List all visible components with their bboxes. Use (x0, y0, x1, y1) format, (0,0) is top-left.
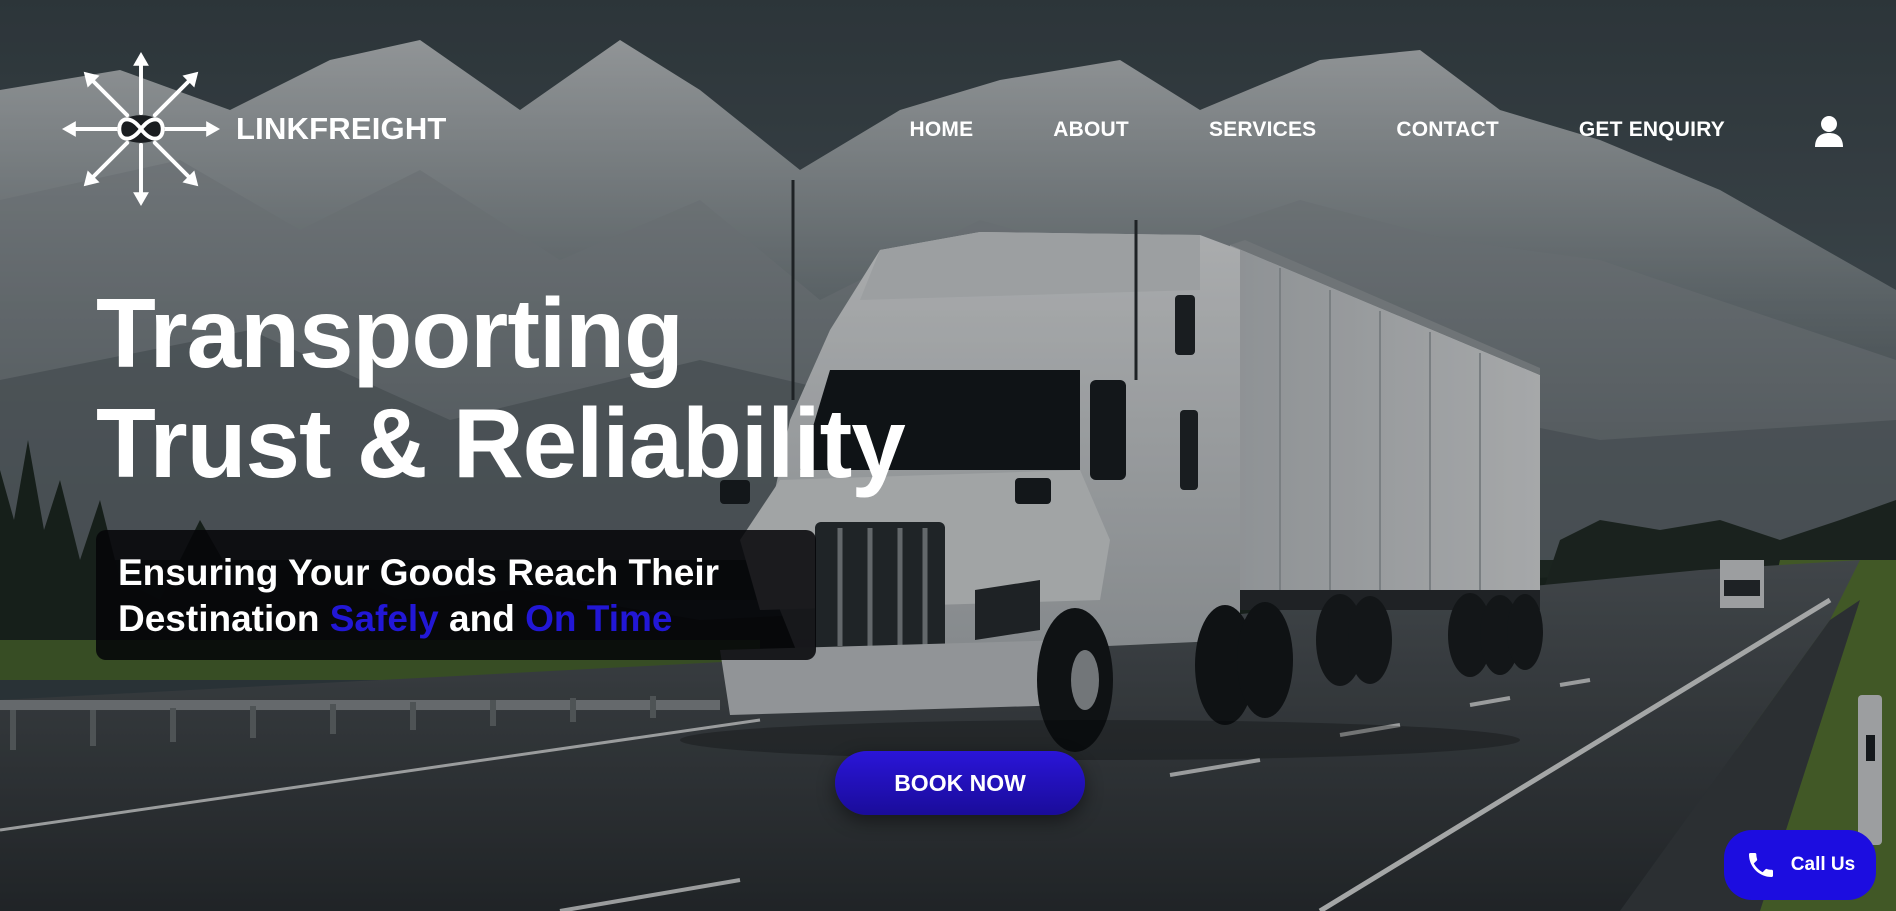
user-icon[interactable] (1814, 114, 1844, 148)
tagline-destination: Destination (118, 598, 330, 639)
hero-headline-line-1: Transporting (96, 278, 684, 388)
brand-name: LINKFREIGHT (236, 111, 447, 146)
main-nav: HOME ABOUT SERVICES CONTACT GET ENQUIRY (909, 118, 1725, 142)
hero-section: LINKFREIGHT HOME ABOUT SERVICES CONTACT … (0, 0, 1896, 911)
nav-item-get-enquiry[interactable]: GET ENQUIRY (1579, 118, 1725, 142)
hero-headline: Transporting Trust & Reliability (96, 278, 906, 498)
call-us-button[interactable]: Call Us (1724, 830, 1876, 900)
book-now-button[interactable]: BOOK NOW (835, 751, 1085, 815)
nav-item-contact[interactable]: CONTACT (1396, 118, 1499, 142)
hero-tagline: Ensuring Your Goods Reach Their Destinat… (118, 550, 794, 642)
arrows-infinity-logo-icon (62, 51, 220, 207)
tagline-box: Ensuring Your Goods Reach Their Destinat… (96, 530, 816, 660)
hero-headline-line-2: Trust & Reliability (96, 388, 906, 498)
nav-item-home[interactable]: HOME (909, 118, 973, 142)
tagline-accent-safely: Safely (329, 598, 439, 639)
tagline-and: and (438, 598, 526, 639)
brand-logo[interactable]: LINKFREIGHT (62, 50, 447, 208)
call-us-label: Call Us (1790, 854, 1856, 875)
phone-icon (1748, 853, 1773, 877)
tagline-line-1: Ensuring Your Goods Reach Their (118, 552, 719, 593)
nav-item-about[interactable]: ABOUT (1053, 118, 1129, 142)
nav-item-services[interactable]: SERVICES (1209, 118, 1316, 142)
tagline-accent-on-time: On Time (525, 598, 673, 639)
